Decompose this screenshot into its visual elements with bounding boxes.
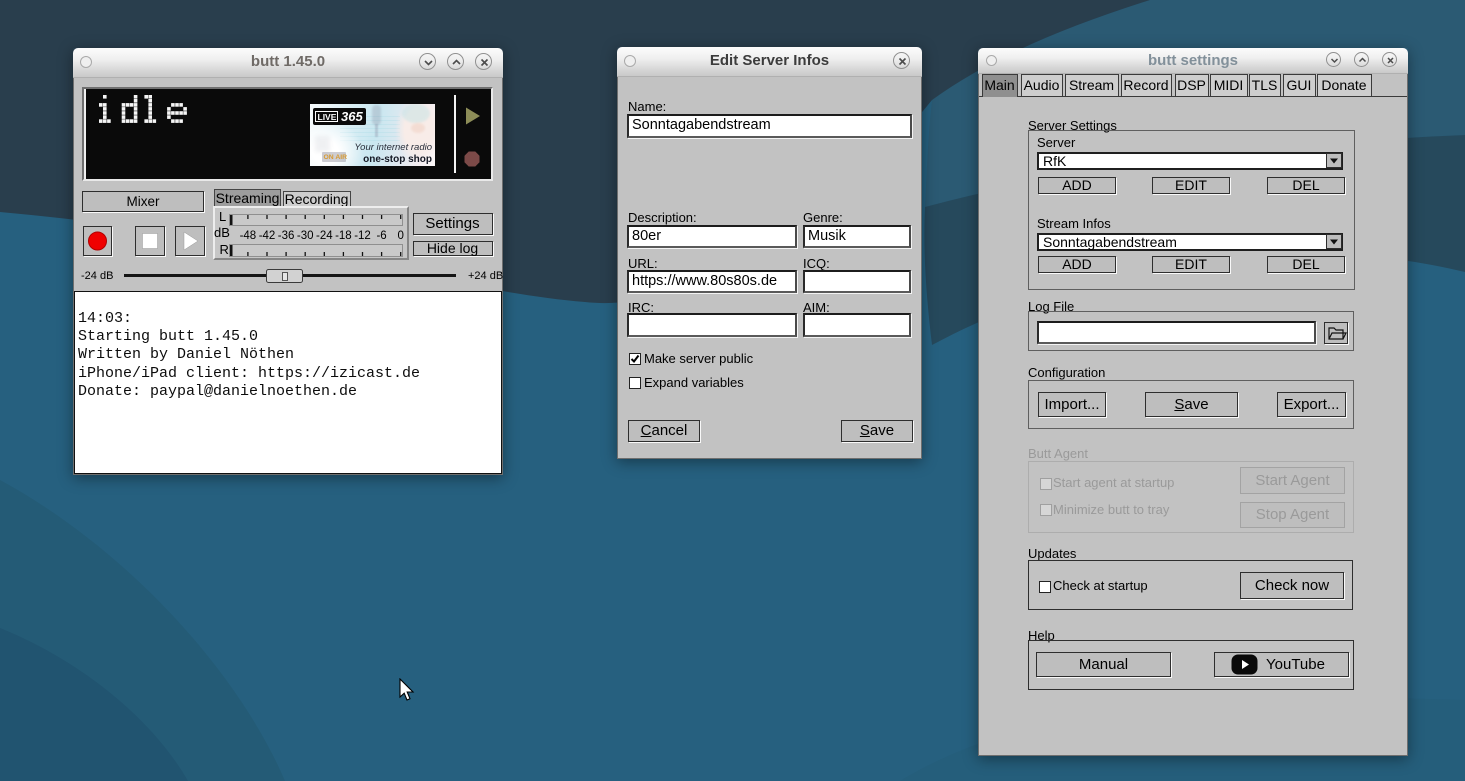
svg-text:-42: -42 — [258, 230, 275, 242]
svg-text:-30: -30 — [296, 230, 313, 242]
svg-text:-18: -18 — [335, 230, 352, 242]
svg-text:-24: -24 — [315, 230, 332, 242]
svg-text:-36: -36 — [277, 230, 294, 242]
svg-text:-6: -6 — [376, 230, 386, 242]
svg-text:0: 0 — [397, 230, 403, 242]
svg-text:-12: -12 — [354, 230, 371, 242]
svg-text:-48: -48 — [239, 230, 256, 242]
